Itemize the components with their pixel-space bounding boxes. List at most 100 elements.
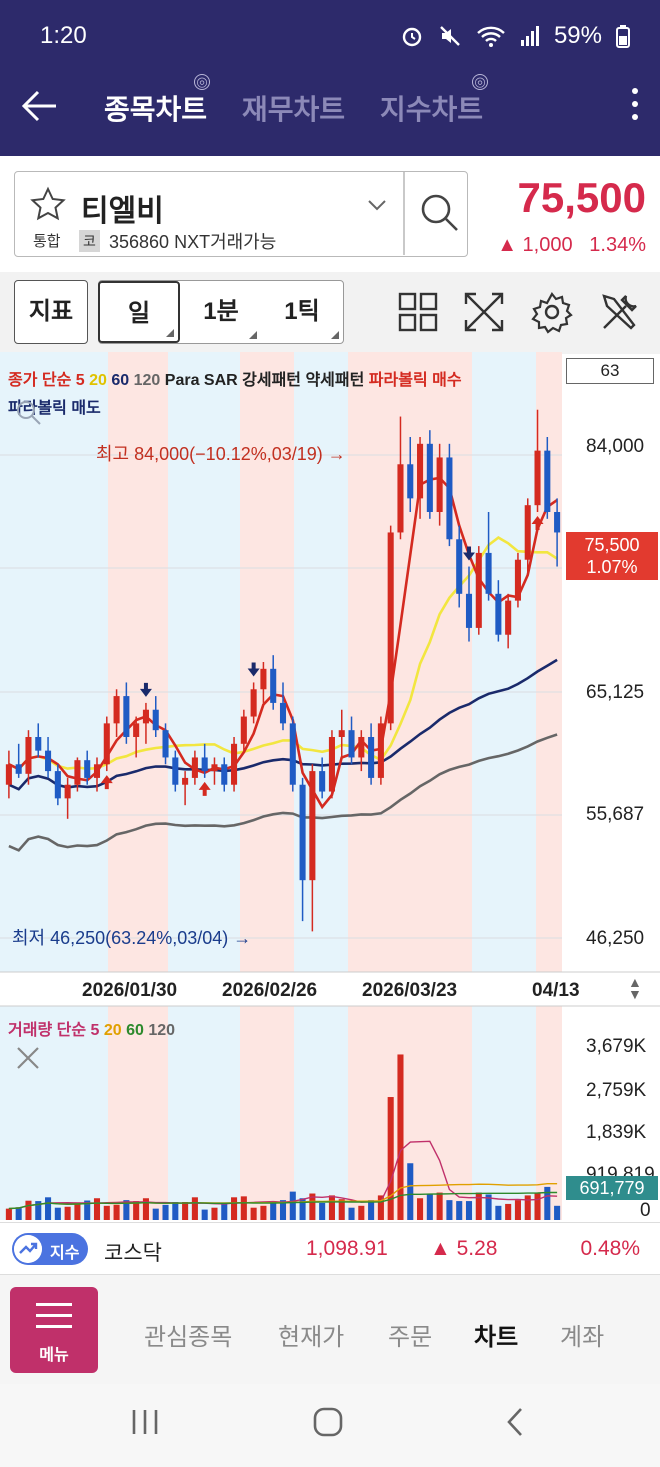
- volume-bar: [5, 1208, 12, 1220]
- candle-body: [407, 464, 414, 499]
- candle-body: [485, 552, 492, 594]
- recent-apps-icon[interactable]: [130, 1406, 160, 1438]
- legend-item: 파라볼릭 매수: [368, 372, 462, 389]
- candle-body: [397, 464, 404, 533]
- candle-body: [348, 730, 355, 758]
- candle-body: [191, 757, 198, 778]
- candle-body: [426, 443, 433, 512]
- stock-selector[interactable]: 티엘비 통합 코 356860 NXT거래가능: [14, 171, 468, 257]
- period-tick-button[interactable]: 1틱: [261, 281, 343, 343]
- candle-body: [554, 512, 561, 533]
- nav-current-price[interactable]: 현재가: [278, 1317, 344, 1352]
- dropdown-corner-icon: [249, 331, 257, 339]
- legend-item: 60: [126, 1022, 149, 1039]
- nav-chart[interactable]: 차트: [474, 1317, 518, 1352]
- dropdown-corner-icon: [166, 329, 174, 337]
- volume-bar: [289, 1191, 296, 1220]
- candle-body: [133, 723, 140, 737]
- gear-icon[interactable]: [530, 290, 574, 334]
- candle-body: [113, 696, 120, 724]
- search-icon[interactable]: [417, 190, 461, 234]
- tab-badge-icon: ◎: [472, 74, 488, 90]
- market-tag: 통합: [33, 233, 61, 250]
- current-price-tag: 75,500 1.07%: [566, 532, 658, 580]
- candle-body: [260, 668, 267, 690]
- app-root: 1:20 59% 종목차트 ◎ 재무차트 지수차트 ◎ 티엘비 통합 코 356…: [0, 0, 660, 1467]
- scroll-updown-icon[interactable]: ▲ ▼: [628, 975, 642, 1001]
- chart-legend: 종가 단순 5 20 60 120 Para SAR 강세패턴 약세패턴 파라볼…: [8, 366, 462, 390]
- candle-body: [446, 457, 453, 540]
- volume-bar: [64, 1206, 71, 1220]
- price-chart[interactable]: [0, 352, 660, 1222]
- alarm-icon: [402, 27, 422, 47]
- legend-item: 5: [90, 1022, 104, 1039]
- candle-body: [368, 737, 375, 778]
- tab-badge-icon: ◎: [194, 74, 210, 90]
- grid-layout-icon[interactable]: [396, 290, 440, 334]
- candle-body: [45, 750, 52, 772]
- indicator-button[interactable]: 지표: [14, 280, 88, 344]
- menu-button[interactable]: 메뉴: [10, 1287, 98, 1373]
- index-bar[interactable]: 지수 코스닥 1,098.91 ▲ 5.28 0.48%: [0, 1222, 660, 1274]
- candle-body: [201, 757, 208, 772]
- candle-body: [103, 723, 110, 765]
- volume-bar: [103, 1205, 110, 1220]
- legend-item: 20: [103, 1022, 127, 1039]
- signal-icon: [520, 26, 539, 46]
- chevron-down-icon[interactable]: [367, 198, 387, 212]
- volume-bar: [465, 1201, 473, 1220]
- nav-order[interactable]: 주문: [388, 1317, 432, 1352]
- volume-bar: [417, 1198, 424, 1220]
- volume-bar: [54, 1207, 61, 1220]
- home-icon[interactable]: [312, 1406, 344, 1438]
- volume-bar: [270, 1201, 277, 1220]
- candle-body: [84, 760, 91, 778]
- volume-bar: [162, 1204, 169, 1220]
- period-count-input[interactable]: 63: [566, 358, 654, 384]
- index-badge: 지수: [12, 1233, 88, 1265]
- status-icons: 59%: [400, 22, 630, 50]
- tab-index-chart[interactable]: 지수차트 ◎: [380, 74, 488, 128]
- stock-code: 356860 NXT거래가능: [109, 232, 277, 252]
- price-band: [472, 352, 536, 972]
- volume-bar: [152, 1208, 159, 1220]
- candle-body: [279, 702, 287, 724]
- candle-body: [162, 730, 169, 758]
- star-icon[interactable]: [29, 186, 67, 224]
- volume-tick-label: 1,839K: [586, 1122, 647, 1143]
- nav-account[interactable]: 계좌: [560, 1317, 604, 1352]
- period-minute-button[interactable]: 1분: [181, 281, 261, 343]
- back-arrow-icon[interactable]: [18, 86, 58, 126]
- candle-body: [338, 730, 345, 737]
- date-tick-label: 2026/03/23: [362, 980, 458, 1001]
- tools-icon[interactable]: [598, 290, 642, 334]
- volume-bar: [554, 1205, 561, 1220]
- candle-body: [475, 552, 482, 628]
- candle-body: [524, 505, 531, 560]
- candle-body: [514, 559, 521, 601]
- volume-band: [472, 1006, 536, 1220]
- index-change: ▲ 5.28: [430, 1237, 498, 1260]
- period-day-button[interactable]: 일: [98, 281, 180, 343]
- candle-body: [417, 443, 424, 499]
- candle-body: [221, 764, 228, 785]
- candle-body: [250, 689, 257, 717]
- volume-band: [240, 1006, 294, 1220]
- current-price: 75,500: [517, 174, 646, 221]
- nav-watchlist[interactable]: 관심종목: [144, 1317, 232, 1352]
- tab-financial-chart[interactable]: 재무차트: [242, 88, 345, 128]
- candle-body: [495, 593, 502, 635]
- exchange-tag: 코: [79, 230, 100, 252]
- volume-bar: [534, 1192, 541, 1220]
- close-icon[interactable]: [16, 1046, 40, 1070]
- trend-up-icon: [14, 1235, 42, 1263]
- volume-bar: [74, 1202, 81, 1220]
- legend-item: 120: [148, 1022, 176, 1039]
- more-vertical-icon[interactable]: [630, 84, 640, 128]
- tab-stock-chart[interactable]: 종목차트 ◎: [104, 74, 210, 128]
- index-name: 코스닥: [104, 1242, 162, 1265]
- zoom-icon[interactable]: [10, 398, 44, 426]
- fullscreen-icon[interactable]: [462, 290, 506, 334]
- candle-body: [172, 757, 179, 785]
- back-icon[interactable]: [504, 1406, 526, 1438]
